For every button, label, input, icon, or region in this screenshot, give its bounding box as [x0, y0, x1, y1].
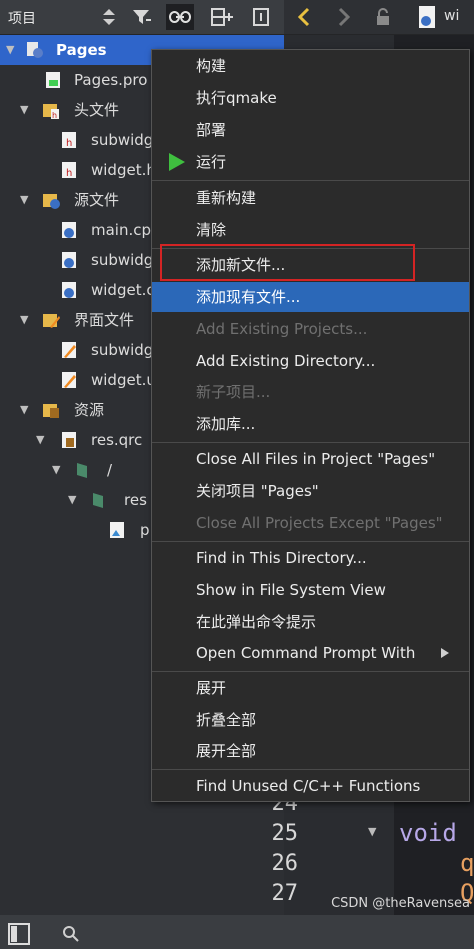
menu-item-deploy[interactable]: 部署 — [152, 115, 469, 145]
panel-title: 项目 — [8, 11, 36, 27]
line-number: 26 — [271, 851, 299, 876]
menu-item-find-in-directory[interactable]: Find in This Directory... — [152, 543, 469, 573]
close-sidebar-icon[interactable] — [247, 4, 275, 30]
menu-item-build[interactable]: 构建 — [152, 51, 469, 81]
cpp-file-icon — [62, 282, 76, 298]
split-add-icon[interactable] — [208, 4, 236, 30]
svg-text:h: h — [66, 168, 72, 179]
source-folder-icon — [43, 194, 60, 209]
line-number: 25 — [271, 821, 299, 846]
status-bar — [0, 915, 474, 949]
lock-icon[interactable] — [374, 7, 394, 27]
menu-separator — [152, 769, 469, 770]
menu-item-show-in-file-system[interactable]: Show in File System View — [152, 575, 469, 605]
submenu-arrow-icon — [441, 648, 449, 658]
menu-item-new-subproject: 新子项目... — [196, 383, 271, 401]
expand-arrow-icon[interactable]: ▼ — [52, 455, 60, 485]
expand-arrow-icon[interactable]: ▼ — [6, 35, 14, 65]
form-file-icon — [62, 342, 76, 358]
menu-item-rebuild[interactable]: 重新构建 — [152, 183, 469, 213]
menu-item-run[interactable]: 运行 — [152, 147, 469, 177]
header-file-icon: h — [62, 132, 76, 149]
editor-toolbar: wi — [284, 0, 474, 34]
menu-item-expand-all[interactable]: 展开全部 — [152, 736, 469, 766]
line-number: 27 — [271, 881, 299, 906]
context-menu: 构建 执行qmake 部署 运行 重新构建 清除 添加新文件... 添加现有文件… — [151, 49, 470, 802]
link-icon[interactable] — [166, 4, 194, 30]
cpp-file-icon — [62, 252, 76, 268]
menu-item-add-existing-directory[interactable]: Add Existing Directory... — [152, 346, 469, 376]
menu-item-add-library[interactable]: 添加库... — [152, 409, 469, 439]
folder-icon — [93, 493, 103, 508]
menu-item-open-command-prompt[interactable]: 在此弹出命令提示 — [152, 607, 469, 637]
back-arrow-icon[interactable] — [296, 7, 312, 27]
menu-separator — [152, 541, 469, 542]
expand-arrow-icon[interactable]: ▼ — [20, 395, 28, 425]
expand-arrow-icon[interactable]: ▼ — [36, 425, 44, 455]
qt-file-icon — [46, 72, 60, 88]
menu-item-expand[interactable]: 展开 — [152, 673, 469, 703]
menu-item-clean[interactable]: 清除 — [152, 215, 469, 245]
code-text: void — [399, 819, 457, 847]
menu-item-add-existing-files[interactable]: 添加现有文件... — [152, 282, 469, 312]
expand-arrow-icon[interactable]: ▼ — [68, 485, 76, 515]
cpp-file-icon — [419, 6, 435, 28]
svg-text:h: h — [66, 138, 72, 149]
form-folder-icon — [43, 314, 60, 328]
menu-separator — [152, 248, 469, 249]
menu-separator — [152, 442, 469, 443]
expand-arrow-icon[interactable]: ▼ — [20, 305, 28, 335]
menu-item-close-all-projects-except: Close All Projects Except "Pages" — [196, 514, 443, 532]
updown-spinner-icon[interactable] — [100, 6, 118, 28]
expand-arrow-icon[interactable]: ▼ — [20, 185, 28, 215]
sidebar-toggle-icon[interactable] — [8, 923, 30, 945]
menu-item-close-all-files-in-project[interactable]: Close All Files in Project "Pages" — [152, 444, 469, 474]
menu-separator — [152, 180, 469, 181]
code-text: q — [460, 849, 474, 877]
menu-item-add-new-file[interactable]: 添加新文件... — [152, 250, 469, 280]
fold-arrow-icon[interactable]: ▼ — [368, 825, 376, 838]
editor-tab-label[interactable]: wi — [444, 8, 459, 24]
menu-item-collapse-all[interactable]: 折叠全部 — [152, 705, 469, 735]
menu-item-add-existing-projects: Add Existing Projects... — [196, 320, 368, 338]
expand-arrow-icon[interactable]: ▼ — [20, 95, 28, 125]
menu-item-close-project[interactable]: 关闭项目 "Pages" — [152, 476, 469, 506]
folder-icon — [77, 463, 87, 478]
forward-arrow-icon[interactable] — [336, 7, 352, 27]
filter-icon[interactable] — [128, 4, 156, 30]
search-icon[interactable] — [62, 925, 80, 943]
menu-item-open-command-prompt-with[interactable]: Open Command Prompt With — [152, 638, 469, 668]
svg-text:h: h — [52, 111, 57, 119]
project-gear-icon — [27, 42, 43, 58]
header-file-icon: h — [62, 162, 76, 179]
run-icon — [169, 153, 185, 171]
resource-folder-icon — [43, 404, 59, 418]
menu-item-find-unused-functions[interactable]: Find Unused C/C++ Functions — [152, 771, 469, 801]
image-file-icon — [110, 522, 124, 538]
qrc-file-icon — [62, 432, 76, 448]
header-folder-icon: h — [43, 104, 59, 119]
menu-item-run-qmake[interactable]: 执行qmake — [152, 83, 469, 113]
form-file-icon — [62, 372, 76, 388]
watermark: CSDN @theRavensea — [331, 896, 470, 911]
cpp-file-icon — [62, 222, 76, 238]
menu-separator — [152, 671, 469, 672]
